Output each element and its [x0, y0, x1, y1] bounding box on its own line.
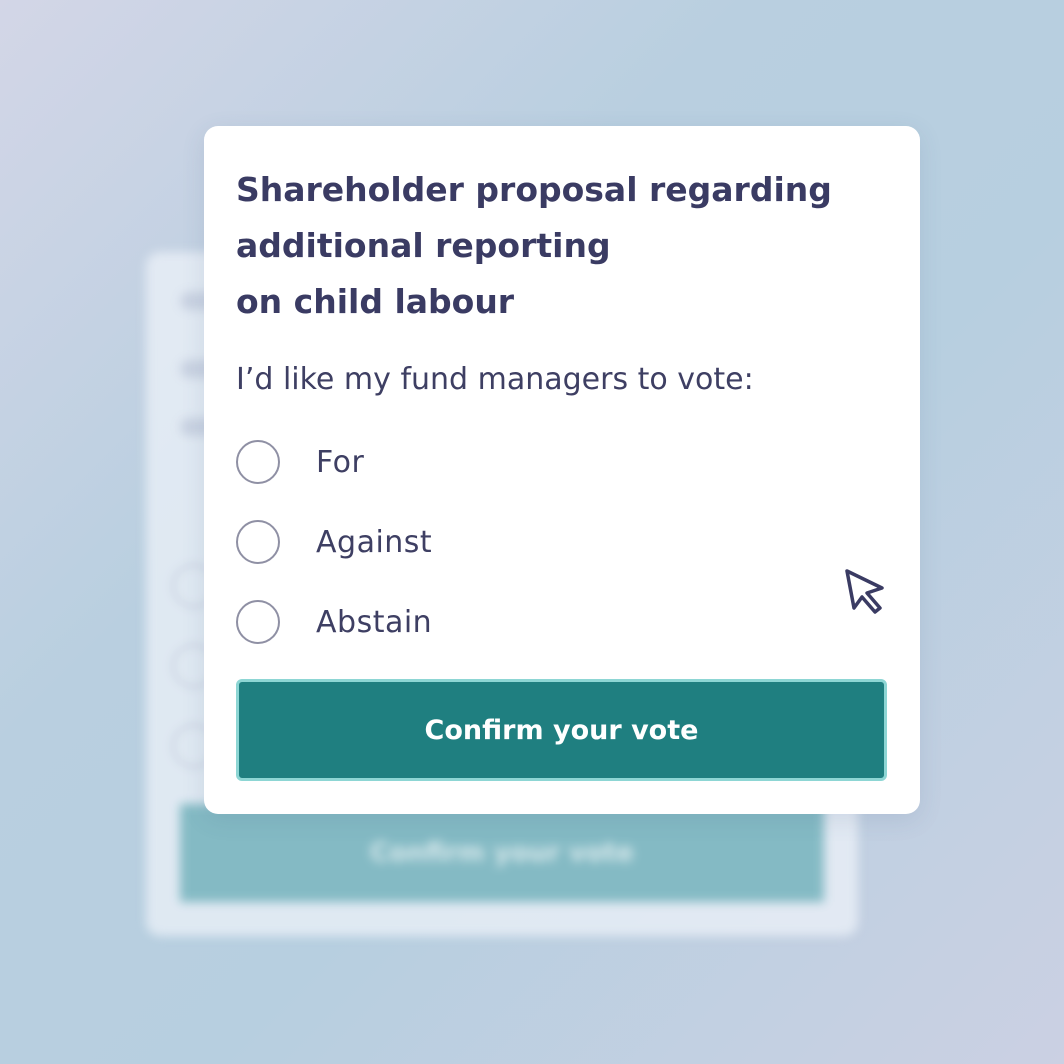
proposal-title: Shareholder proposal regarding additiona… — [236, 162, 896, 330]
proposal-title-line: additional reporting — [236, 226, 611, 265]
confirm-vote-button[interactable]: Confirm your vote — [236, 679, 887, 781]
vote-option-against[interactable]: Against — [236, 518, 432, 566]
proposal-title-line: Shareholder proposal regarding — [236, 170, 832, 209]
vote-option-label: For — [316, 444, 365, 480]
mouse-pointer-icon — [845, 569, 884, 614]
vote-prompt: I’d like my fund managers to vote: — [236, 362, 754, 397]
proposal-title-line: on child labour — [236, 282, 515, 321]
radio-for[interactable] — [236, 440, 280, 484]
vote-option-label: Abstain — [316, 604, 433, 640]
vote-option-label: Against — [316, 524, 433, 560]
background-confirm-button: Confirm your vote — [180, 804, 824, 902]
vote-option-abstain[interactable]: Abstain — [236, 598, 432, 646]
radio-against[interactable] — [236, 520, 280, 564]
vote-option-for[interactable]: For — [236, 438, 364, 486]
vote-card: Shareholder proposal regarding additiona… — [204, 126, 920, 814]
radio-abstain[interactable] — [236, 600, 280, 644]
